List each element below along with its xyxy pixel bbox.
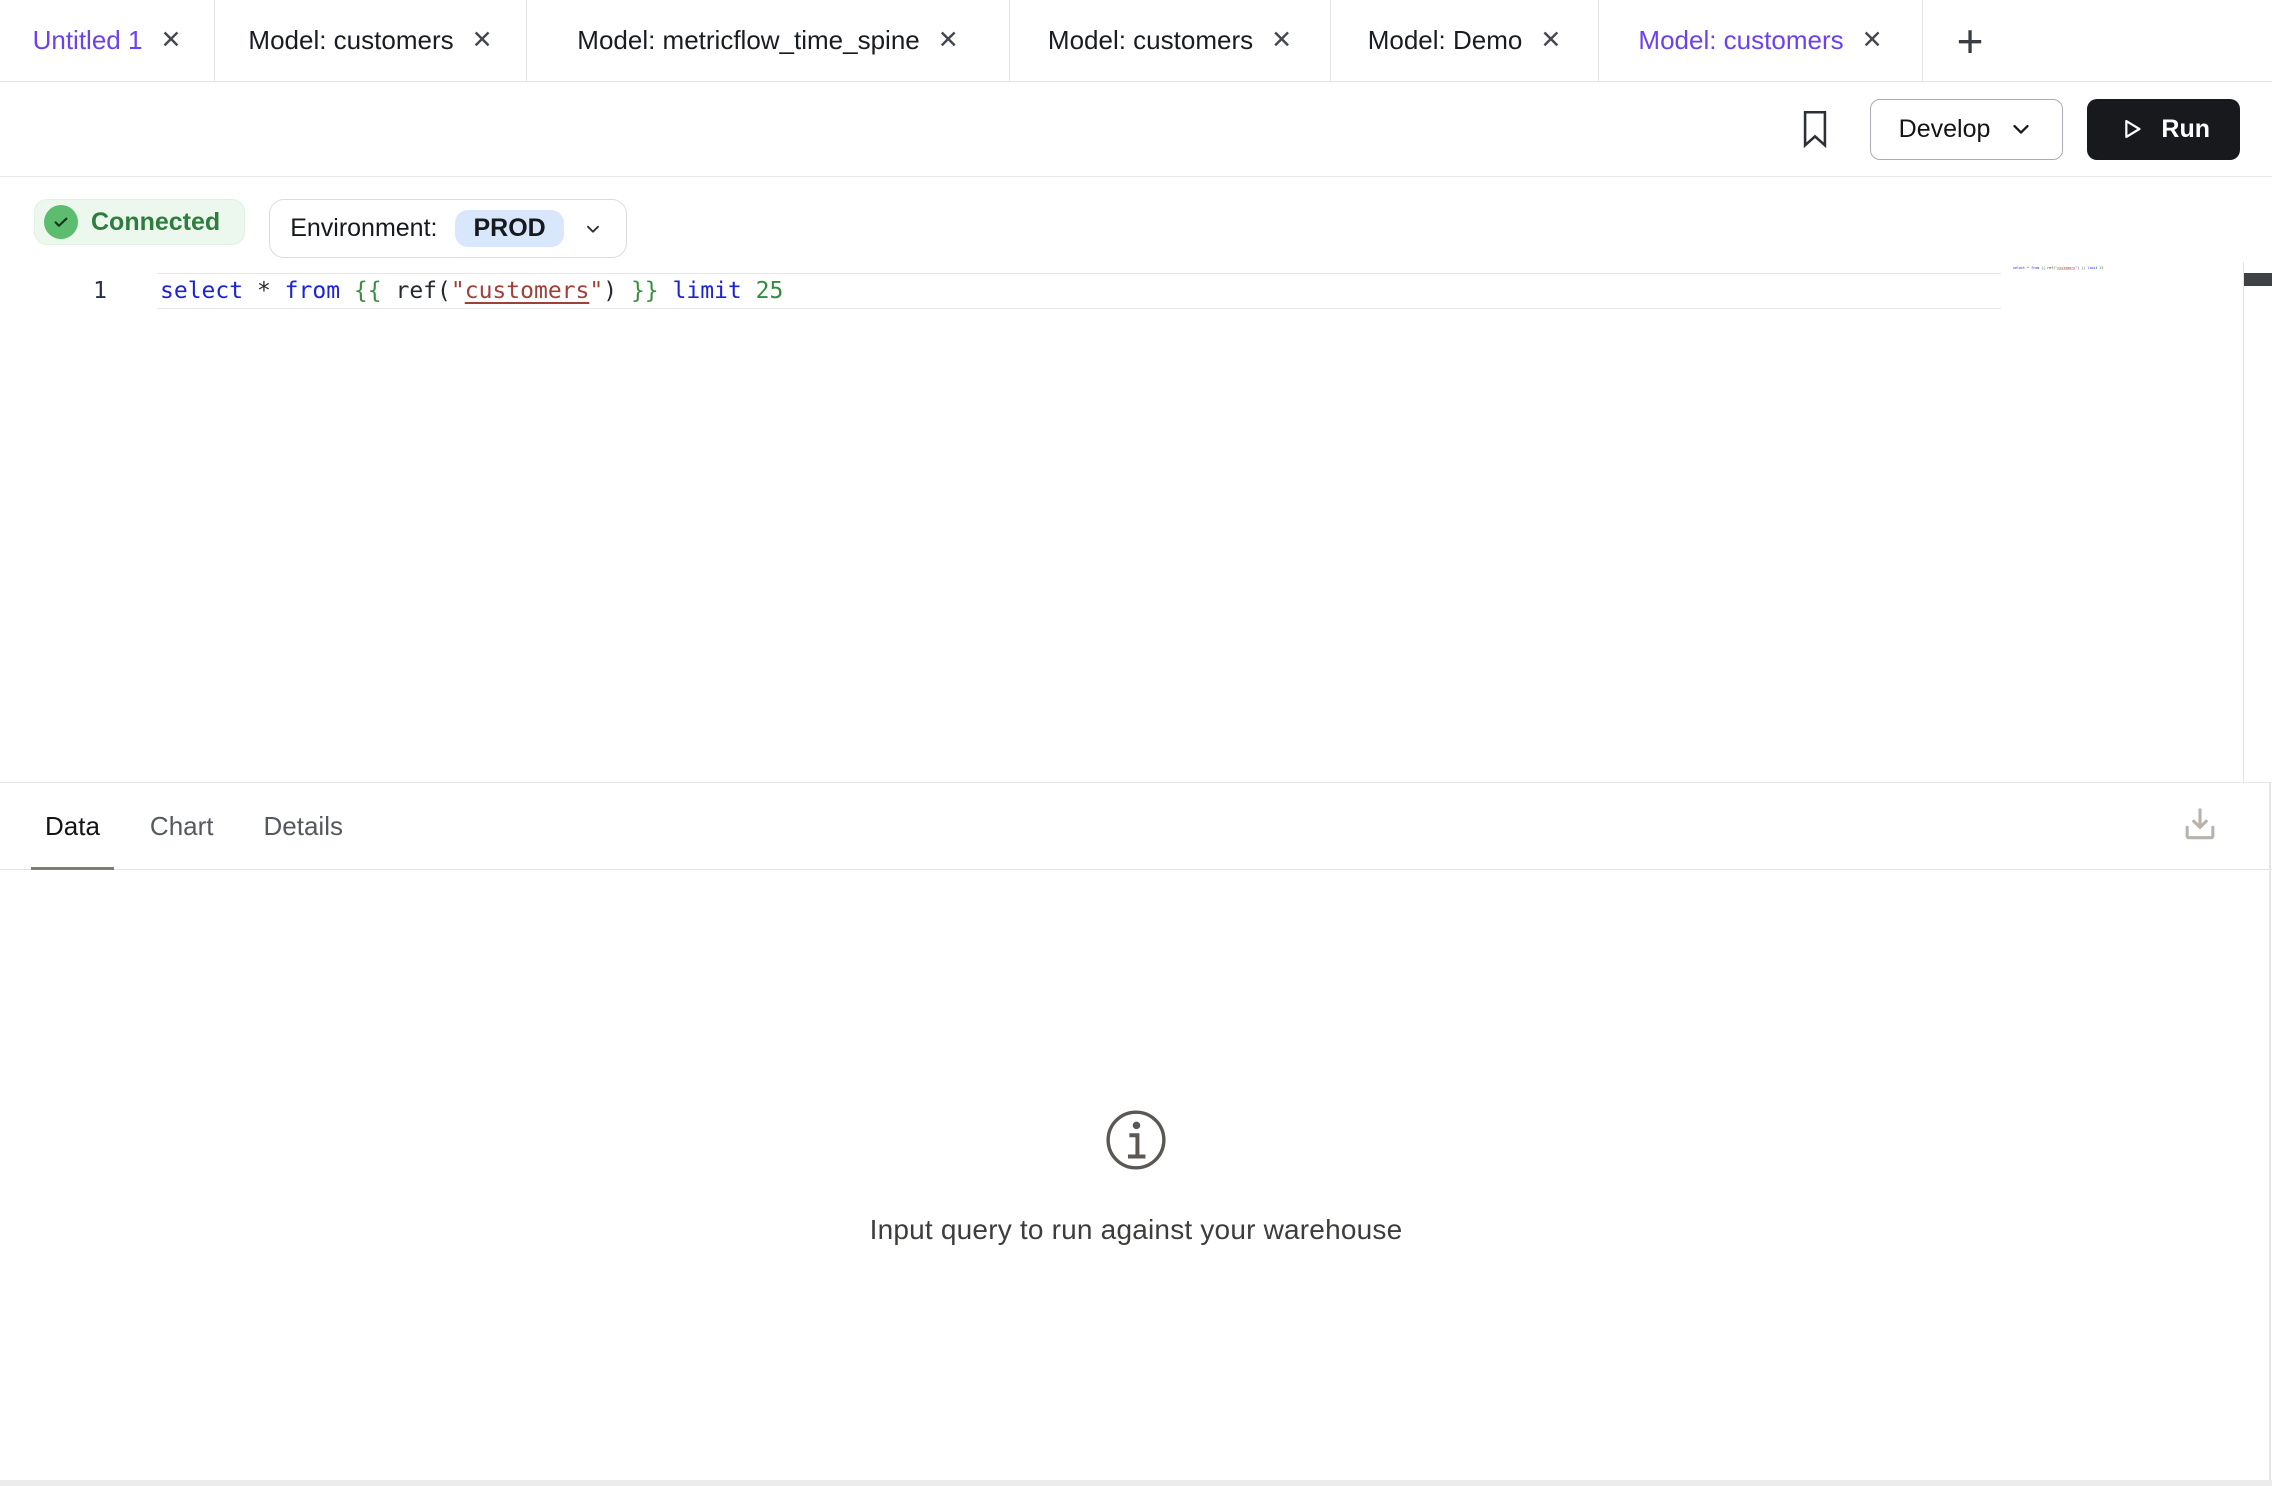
code-token: " xyxy=(589,278,603,304)
connection-status-badge: Connected xyxy=(34,199,245,245)
tab-label: Model: Demo xyxy=(1368,25,1523,56)
tab-label: Model: customers xyxy=(1638,25,1843,56)
tab-data-label: Data xyxy=(45,811,100,842)
close-tab-icon[interactable]: ✕ xyxy=(1862,28,1883,53)
tab-details-label: Details xyxy=(264,811,343,842)
environment-label: Environment: xyxy=(290,214,437,243)
code-token: select xyxy=(160,278,243,304)
panel-right-scrollbar-track xyxy=(2269,783,2271,1480)
code-token: * xyxy=(257,278,271,304)
chevron-down-icon xyxy=(582,218,604,240)
environment-dropdown[interactable]: Environment: PROD xyxy=(269,199,627,258)
tab-model-customers-1[interactable]: Model: customers ✕ xyxy=(215,0,527,81)
tab-model-customers-2[interactable]: Model: customers ✕ xyxy=(1010,0,1331,81)
tab-label: Model: customers xyxy=(248,25,453,56)
code-token: }} xyxy=(631,278,659,304)
code-token: {{ xyxy=(354,278,382,304)
tab-data[interactable]: Data xyxy=(45,783,100,869)
tab-details[interactable]: Details xyxy=(264,783,343,869)
environment-value-chip: PROD xyxy=(455,210,563,247)
code-token: customers xyxy=(465,278,590,304)
results-panel-body: Input query to run against your warehous… xyxy=(0,870,2272,1480)
tab-chart-label: Chart xyxy=(150,811,214,842)
editor-scrollbar-thumb[interactable] xyxy=(2244,273,2272,286)
close-tab-icon[interactable]: ✕ xyxy=(1540,28,1561,53)
code-token: limit xyxy=(673,278,742,304)
ide-window: Untitled 1 ✕ Model: customers ✕ Model: m… xyxy=(0,0,2272,1486)
close-tab-icon[interactable]: ✕ xyxy=(472,28,493,53)
connection-status-label: Connected xyxy=(91,208,220,237)
develop-button-label: Develop xyxy=(1899,115,1991,144)
connected-check-icon xyxy=(44,205,78,239)
editor-minimap[interactable]: select * from {{ ref("customers") }} lim… xyxy=(2013,266,2103,270)
empty-state-message: Input query to run against your warehous… xyxy=(870,1214,1403,1246)
bookmark-icon xyxy=(1798,109,1832,149)
close-tab-icon[interactable]: ✕ xyxy=(160,28,181,53)
editor-tab-bar: Untitled 1 ✕ Model: customers ✕ Model: m… xyxy=(0,0,2272,82)
chevron-down-icon xyxy=(2008,116,2034,142)
tab-label: Model: customers xyxy=(1048,25,1253,56)
code-token: 25 xyxy=(756,278,784,304)
info-icon xyxy=(1102,1106,1170,1174)
code-token: ) xyxy=(603,278,617,304)
develop-button[interactable]: Develop xyxy=(1870,99,2064,160)
editor-scrollbar xyxy=(2243,262,2272,782)
play-icon xyxy=(2117,115,2145,143)
code-token: from xyxy=(285,278,340,304)
line-number: 1 xyxy=(0,273,107,309)
run-button[interactable]: Run xyxy=(2087,99,2240,160)
tab-label: Untitled 1 xyxy=(33,25,143,56)
horizontal-scrollbar-track[interactable] xyxy=(0,1480,2272,1486)
new-tab-button[interactable]: + xyxy=(1923,0,2017,81)
bookmark-button[interactable] xyxy=(1798,109,1832,149)
run-button-label: Run xyxy=(2161,115,2210,144)
tab-model-customers-3[interactable]: Model: customers ✕ xyxy=(1599,0,1923,81)
code-token: ref( xyxy=(395,278,450,304)
sql-editor: Connected Environment: PROD 1 select * f… xyxy=(0,177,2272,782)
tab-model-metricflow-time-spine[interactable]: Model: metricflow_time_spine ✕ xyxy=(527,0,1010,81)
close-tab-icon[interactable]: ✕ xyxy=(1271,28,1292,53)
tab-untitled-1[interactable]: Untitled 1 ✕ xyxy=(0,0,215,81)
code-token: " xyxy=(451,278,465,304)
tab-model-demo[interactable]: Model: Demo ✕ xyxy=(1331,0,1599,81)
plus-icon: + xyxy=(1957,18,1984,64)
download-results-button[interactable] xyxy=(2178,803,2222,850)
code-editor-line[interactable]: select * from {{ ref("customers") }} lim… xyxy=(160,273,783,309)
download-icon xyxy=(2178,803,2222,847)
editor-status-row: Connected Environment: PROD xyxy=(34,199,627,258)
results-panel-header: Data Chart Details xyxy=(0,782,2272,870)
tab-label: Model: metricflow_time_spine xyxy=(577,25,919,56)
toolbar: Develop Run xyxy=(0,82,2272,177)
tab-chart[interactable]: Chart xyxy=(150,783,214,869)
close-tab-icon[interactable]: ✕ xyxy=(938,28,959,53)
